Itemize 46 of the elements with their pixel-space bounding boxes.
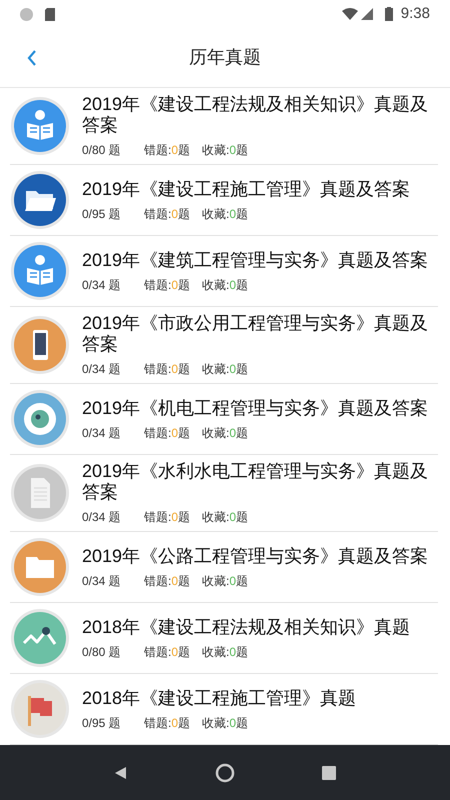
exam-title[interactable]: 2019年《建设工程法规及相关知识》真题及答案	[82, 94, 438, 136]
exam-title[interactable]: 2019年《公路工程管理与实务》真题及答案	[82, 546, 438, 566]
wrong-count: 错题:0题	[144, 644, 192, 660]
exam-title[interactable]: 2019年《建筑工程管理与实务》真题及答案	[82, 250, 438, 270]
progress-count: 0/34 题	[82, 509, 122, 525]
sd-card-icon	[45, 8, 55, 20]
back-chevron-icon	[27, 50, 37, 66]
exam-title[interactable]: 2018年《建设工程法规及相关知识》真题	[82, 616, 438, 638]
favorites-count: 收藏:0题	[202, 644, 248, 660]
favorites-count: 收藏:0题	[202, 572, 248, 588]
wrong-count: 错题:0题	[144, 206, 192, 222]
wrong-count: 错题:0题	[144, 509, 192, 525]
battery-icon	[384, 7, 393, 21]
status-time: 9:38	[400, 4, 430, 24]
progress-count: 0/34 题	[82, 361, 122, 377]
exam-title[interactable]: 2018年《建设工程施工管理》真题	[82, 688, 438, 708]
progress-count: 0/80 题	[82, 644, 122, 660]
favorites-count: 收藏:0题	[202, 424, 248, 440]
favorites-count: 收藏:0题	[202, 276, 248, 292]
favorites-count: 收藏:0题	[202, 509, 248, 525]
progress-count: 0/34 题	[82, 572, 122, 588]
wrong-count: 错题:0题	[144, 142, 192, 158]
exam-title[interactable]: 2019年《水利水电工程管理与实务》真题及答案	[82, 461, 438, 503]
progress-count: 0/80 题	[82, 142, 122, 158]
exam-title[interactable]: 2019年《建设工程施工管理》真题及答案	[82, 178, 438, 200]
progress-count: 0/34 题	[82, 424, 122, 440]
favorites-count: 收藏:0题	[202, 142, 248, 158]
exam-title[interactable]: 2019年《机电工程管理与实务》真题及答案	[82, 398, 438, 418]
wrong-count: 错题:0题	[144, 276, 192, 292]
favorites-count: 收藏:0题	[202, 361, 248, 377]
progress-count: 0/95 题	[82, 206, 122, 222]
wrong-count: 错题:0题	[144, 572, 192, 588]
wrong-count: 错题:0题	[144, 361, 192, 377]
wifi-icon	[342, 8, 358, 20]
home-nav-icon[interactable]	[214, 762, 235, 782]
recents-nav-icon[interactable]	[322, 766, 336, 780]
page-title: 历年真题	[189, 46, 261, 69]
progress-count: 0/34 题	[82, 276, 122, 292]
wrong-count: 错题:0题	[144, 714, 192, 730]
wrong-count: 错题:0题	[144, 424, 192, 440]
signal-icon	[360, 8, 373, 20]
exam-title[interactable]: 2019年《市政公用工程管理与实务》真题及答案	[82, 313, 438, 355]
back-nav-icon[interactable]	[114, 766, 128, 780]
progress-count: 0/95 题	[82, 714, 122, 730]
favorites-count: 收藏:0题	[202, 206, 248, 222]
favorites-count: 收藏:0题	[202, 714, 248, 730]
